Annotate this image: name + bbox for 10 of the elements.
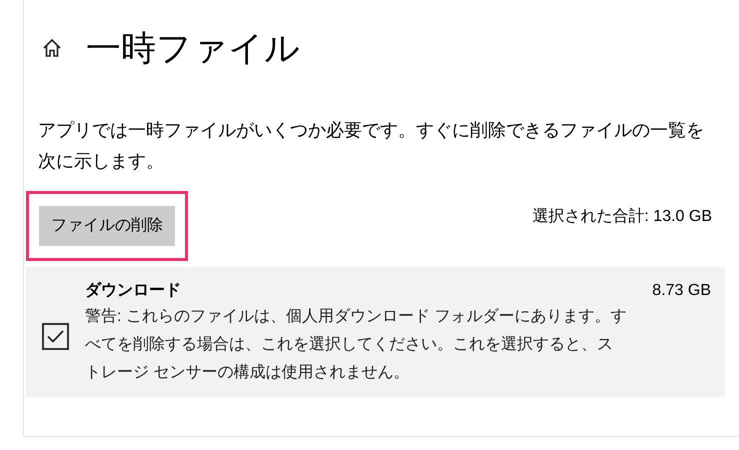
checkmark-icon [47, 330, 64, 343]
delete-files-button[interactable]: ファイルの削除 [39, 206, 175, 246]
checkbox[interactable] [42, 323, 69, 350]
description-text: アプリでは一時ファイルがいくつか必要です。すぐに削除できるファイルの一覧を次に示します。 [38, 119, 705, 173]
category-size: 8.73 GB [652, 281, 711, 301]
category-name: ダウンロード [85, 280, 181, 301]
home-icon[interactable] [42, 38, 62, 58]
selected-total: 選択された合計: 13.0 GB [532, 206, 712, 227]
page-title: 一時ファイル [86, 30, 300, 66]
category-description: 警告: これらのファイルは、個人用ダウンロード フォルダーにあります。すべてを削除する場合は、これを選択してください。これを選択すると、ストレージ センサーの構成は使用されません。 [85, 306, 627, 383]
